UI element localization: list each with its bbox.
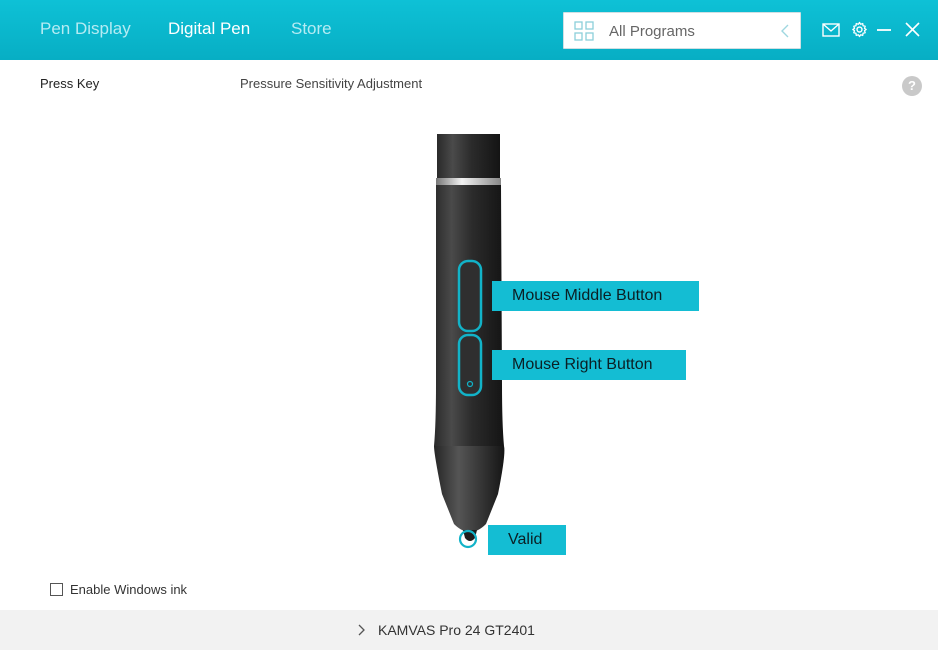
windows-ink-option[interactable]: Enable Windows ink <box>50 582 187 597</box>
gear-icon[interactable] <box>851 21 868 38</box>
grid-icon <box>574 21 594 41</box>
device-footer: KAMVAS Pro 24 GT2401 <box>0 610 938 650</box>
tab-store[interactable]: Store <box>291 19 332 39</box>
pen-ring <box>436 178 501 185</box>
lower-button-assignment[interactable]: Mouse Right Button <box>492 350 686 380</box>
device-selector[interactable]: KAMVAS Pro 24 GT2401 <box>356 622 535 638</box>
tip-assignment[interactable]: Valid <box>488 525 566 555</box>
pen-illustration <box>434 134 505 549</box>
subtab-pressure-sensitivity[interactable]: Pressure Sensitivity Adjustment <box>240 76 422 91</box>
app-header: Pen Display Digital Pen Store All Progra… <box>0 0 938 60</box>
tab-pen-display[interactable]: Pen Display <box>40 19 131 39</box>
windows-ink-checkbox[interactable] <box>50 583 63 596</box>
tab-digital-pen[interactable]: Digital Pen <box>168 19 250 39</box>
program-select-value: All Programs <box>609 23 695 40</box>
mail-icon[interactable] <box>822 23 840 37</box>
program-select[interactable]: All Programs <box>563 12 801 49</box>
device-name: KAMVAS Pro 24 GT2401 <box>378 622 535 638</box>
chevron-left-icon <box>781 24 789 38</box>
subtab-press-key[interactable]: Press Key <box>40 76 99 91</box>
minimize-icon[interactable] <box>876 22 892 38</box>
chevron-right-icon <box>358 624 365 636</box>
windows-ink-label: Enable Windows ink <box>70 582 188 597</box>
help-icon[interactable]: ? <box>902 76 922 96</box>
close-icon[interactable] <box>905 22 920 37</box>
pen-upper-button[interactable] <box>457 259 483 333</box>
upper-button-assignment[interactable]: Mouse Middle Button <box>492 281 699 311</box>
